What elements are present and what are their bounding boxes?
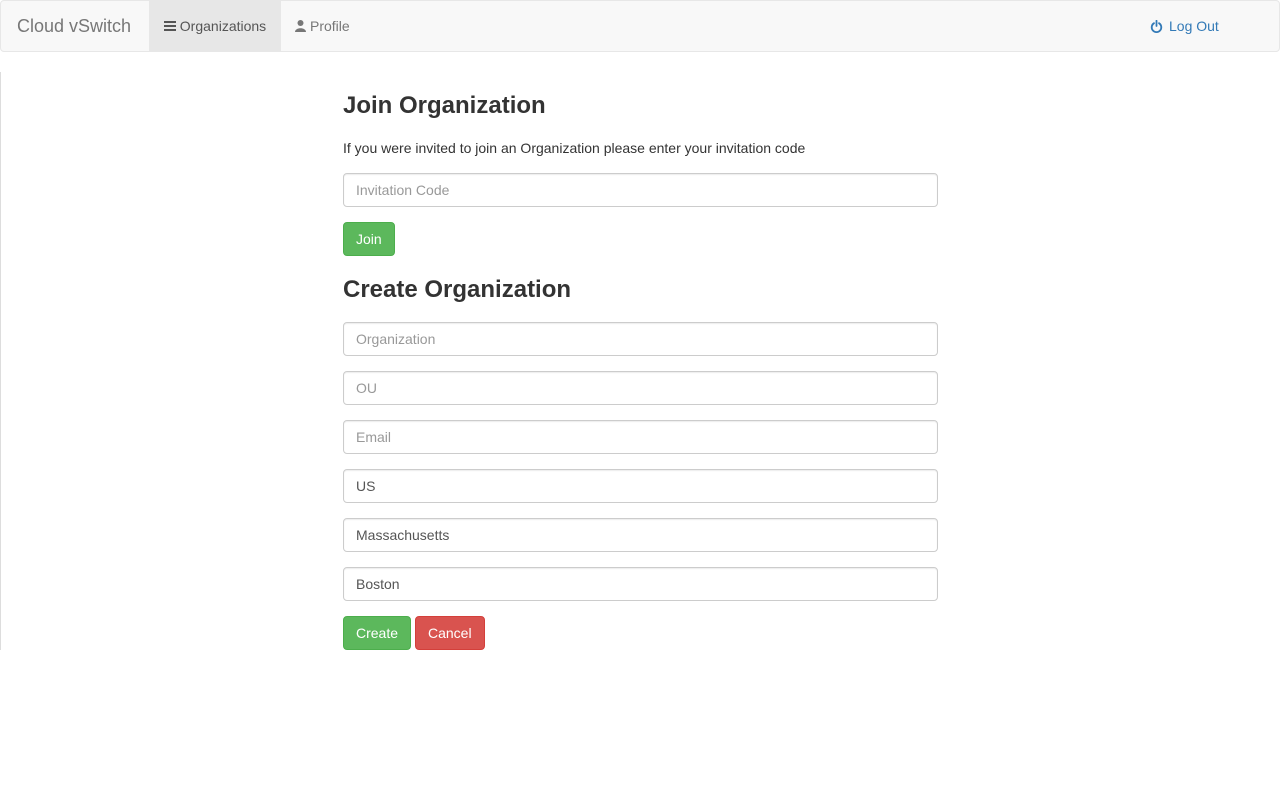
brand[interactable]: Cloud vSwitch (17, 1, 131, 51)
join-help-text: If you were invited to join an Organizat… (343, 140, 806, 156)
user-icon (295, 20, 306, 32)
cancel-button[interactable]: Cancel (415, 616, 485, 650)
create-title: Create Organization (343, 276, 572, 303)
join-button[interactable]: Join (343, 222, 395, 256)
organization-input[interactable] (343, 322, 938, 356)
nav-organizations-label: Organizations (179, 18, 267, 34)
ou-input[interactable] (343, 371, 938, 405)
nav-profile-label: Profile (310, 18, 350, 34)
logout-link[interactable]: Log Out (1150, 1, 1219, 51)
city-input[interactable] (343, 567, 938, 601)
join-title: Join Organization (343, 92, 546, 119)
state-input[interactable] (343, 518, 938, 552)
nav-profile[interactable]: Profile (295, 1, 350, 51)
power-icon (1150, 19, 1163, 33)
sidebar-divider (0, 72, 1, 650)
logout-label: Log Out (1169, 18, 1219, 34)
navbar: Cloud vSwitch Organizations Profile Log … (0, 0, 1280, 52)
list-icon (163, 20, 176, 32)
country-input[interactable] (343, 469, 938, 503)
email-input[interactable] (343, 420, 938, 454)
create-button[interactable]: Create (343, 616, 412, 650)
invitation-code-input[interactable] (343, 173, 938, 207)
nav-organizations[interactable]: Organizations (149, 1, 281, 51)
